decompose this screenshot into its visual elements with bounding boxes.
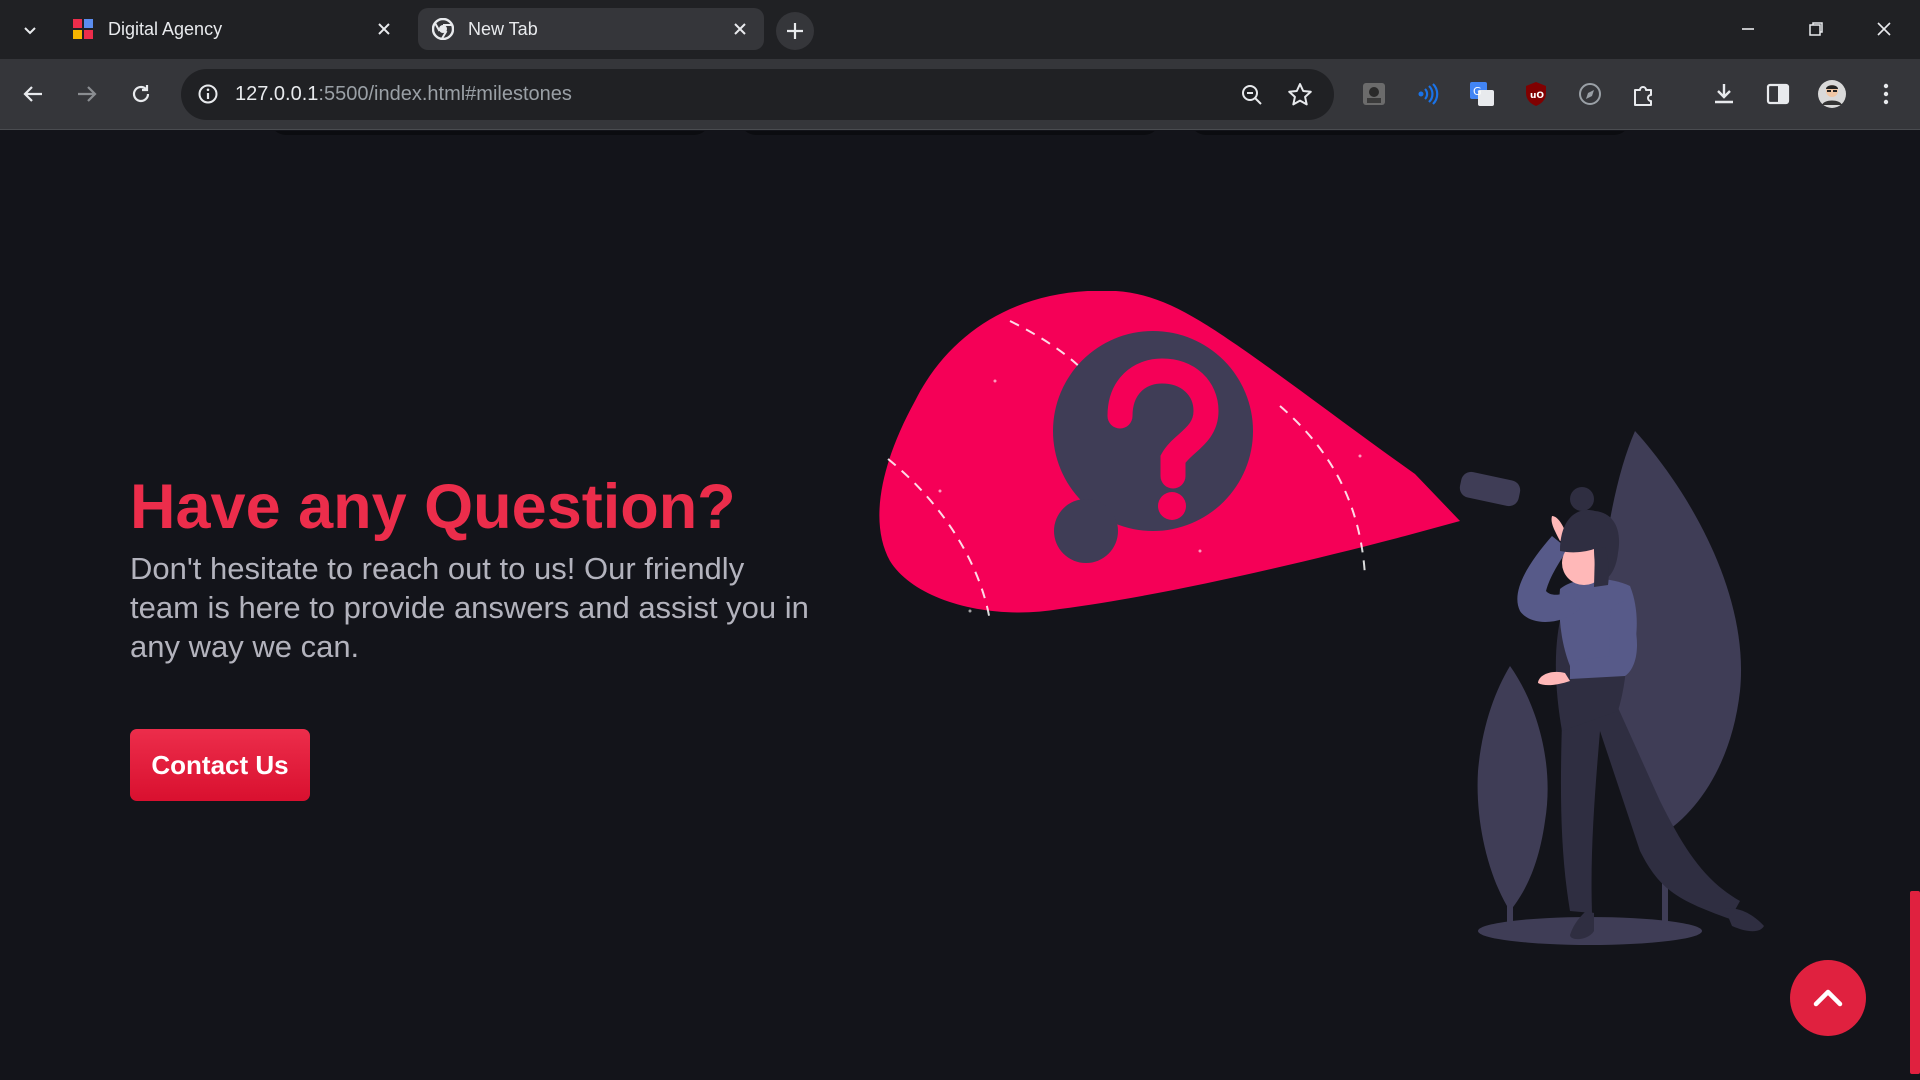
back-button[interactable] [13, 74, 53, 114]
scroll-to-top-button[interactable] [1790, 960, 1866, 1036]
ublock-origin-icon[interactable]: uO [1518, 76, 1554, 112]
extension-wave-icon[interactable] [1410, 76, 1446, 112]
reload-icon [132, 85, 150, 103]
site-favicon-icon [72, 18, 94, 40]
url-path: :5500/index.html#milestones [318, 83, 572, 105]
url-host: 127.0.0.1 [235, 83, 319, 105]
minimize-icon [1742, 28, 1754, 30]
forward-button[interactable] [67, 74, 107, 114]
browser-toolbar: 127.0.0.1:5500/index.html#milestones G u… [0, 59, 1920, 130]
svg-text:uO: uO [1530, 91, 1544, 101]
question-flashlight-illustration [879, 291, 1764, 945]
restore-button[interactable] [1784, 8, 1848, 50]
chevron-up-icon [1813, 989, 1843, 1007]
google-translate-icon[interactable]: G [1464, 76, 1500, 112]
close-tab-icon[interactable] [726, 15, 754, 43]
plus-icon [787, 23, 803, 39]
tab-title: New Tab [468, 18, 538, 39]
restore-icon [1809, 22, 1823, 36]
new-tab-button[interactable] [776, 12, 814, 50]
minimize-button[interactable] [1716, 8, 1780, 50]
tab-new-tab[interactable]: New Tab [418, 8, 764, 50]
close-tab-icon[interactable] [370, 15, 398, 43]
url-text[interactable]: 127.0.0.1:5500/index.html#milestones [235, 83, 572, 106]
chrome-icon [431, 17, 455, 41]
compass-icon[interactable] [1572, 76, 1608, 112]
contact-us-button[interactable]: Contact Us [130, 729, 310, 801]
milestone-card-edge [270, 131, 710, 135]
close-window-button[interactable] [1852, 8, 1916, 50]
milestone-card-edge [740, 131, 1160, 135]
extensions-puzzle-icon[interactable] [1626, 76, 1662, 112]
zoom-icon[interactable] [1236, 79, 1268, 111]
address-bar[interactable]: 127.0.0.1:5500/index.html#milestones [181, 69, 1334, 120]
site-info-icon[interactable] [191, 77, 225, 111]
section-description: Don't hesitate to reach out to us! Our f… [130, 551, 809, 664]
browser-tab-strip: Digital Agency New Tab [0, 0, 1920, 59]
scrollbar-thumb[interactable] [1910, 891, 1920, 1074]
arrow-right-icon [78, 86, 97, 102]
reload-button[interactable] [121, 74, 161, 114]
section-title: Have any Question? [130, 472, 736, 542]
profile-avatar-icon[interactable] [1814, 76, 1850, 112]
close-icon [1877, 22, 1891, 36]
chevron-down-icon [24, 27, 36, 35]
extension-photo-icon[interactable] [1356, 76, 1392, 112]
bookmark-star-icon[interactable] [1284, 79, 1316, 111]
tab-search-button[interactable] [14, 14, 46, 46]
downloads-icon[interactable] [1706, 76, 1742, 112]
more-menu-icon[interactable] [1868, 76, 1904, 112]
svg-text:G: G [1473, 85, 1482, 98]
side-panel-icon[interactable] [1760, 76, 1796, 112]
page-viewport: Have any Question? Don't hesitate to rea… [0, 131, 1920, 1080]
arrow-left-icon [23, 86, 42, 102]
tab-digital-agency[interactable]: Digital Agency [58, 8, 408, 50]
tab-title: Digital Agency [108, 18, 223, 39]
milestone-card-edge [1190, 131, 1630, 135]
